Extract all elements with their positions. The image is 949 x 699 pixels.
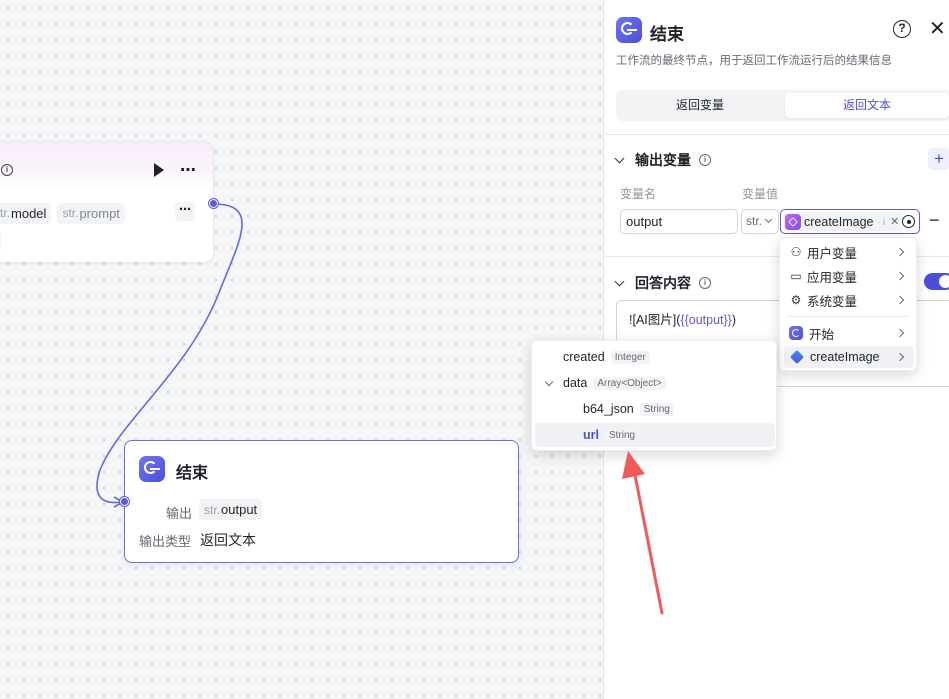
info-icon: i bbox=[1, 164, 13, 176]
clear-reference-icon[interactable]: ✕ bbox=[890, 215, 899, 228]
answer-section-title: 回答内容 bbox=[635, 275, 691, 291]
tab-bar: 返回变量 返回文本 bbox=[616, 90, 949, 121]
divider bbox=[604, 134, 949, 135]
output-port[interactable] bbox=[209, 199, 218, 208]
field-row-created[interactable]: created Integer bbox=[535, 345, 775, 369]
column-header-name: 变量名 bbox=[620, 187, 657, 201]
chevron-right-icon bbox=[895, 328, 905, 338]
menu-item-app-variables[interactable]: ▭ 应用变量 bbox=[784, 265, 914, 287]
variable-source-menu: ⚇ 用户变量 ▭ 应用变量 ⚙ 系统变量 开始 createImage bbox=[779, 237, 917, 371]
create-image-node-icon bbox=[789, 349, 805, 365]
input-port[interactable] bbox=[120, 497, 129, 506]
param-type: str. bbox=[62, 206, 79, 220]
info-icon: i bbox=[699, 277, 711, 289]
menu-item-label: 开始 bbox=[809, 327, 835, 342]
output-tag-name: output bbox=[221, 502, 258, 517]
menu-item-label: 应用变量 bbox=[807, 270, 858, 285]
answer-text-prefix: ![AI图片]( bbox=[629, 313, 681, 327]
reference-sub: · i bbox=[877, 216, 885, 227]
end-node-icon bbox=[616, 17, 642, 43]
field-name: created bbox=[563, 350, 605, 364]
menu-item-start-node[interactable]: 开始 bbox=[784, 322, 914, 344]
field-name: data bbox=[563, 376, 588, 390]
answer-text-variable: {{output}} bbox=[680, 313, 732, 327]
divider bbox=[788, 316, 908, 317]
answer-text-suffix: ) bbox=[731, 313, 737, 327]
help-icon[interactable]: ? bbox=[893, 20, 911, 38]
reference-chip: createImage · i ✕ bbox=[784, 212, 904, 231]
menu-item-system-variables[interactable]: ⚙ 系统变量 bbox=[784, 289, 914, 311]
param-tag-prompt: str. prompt bbox=[57, 202, 125, 224]
param-type: str. bbox=[0, 206, 11, 220]
info-icon: i bbox=[699, 154, 711, 166]
answer-content-text: ![AI图片]({{output}}) bbox=[629, 309, 736, 328]
variable-type-value: str. bbox=[746, 214, 763, 228]
folder-icon: ▭ bbox=[790, 269, 802, 283]
output-label: 输出 bbox=[166, 506, 193, 521]
menu-item-label: createImage bbox=[810, 350, 880, 364]
field-name: url bbox=[583, 428, 599, 442]
chevron-down-icon[interactable] bbox=[614, 153, 625, 163]
answer-section-header[interactable]: 回答内容 i bbox=[614, 273, 711, 293]
field-type-badge: Array<Object> bbox=[593, 376, 666, 390]
variable-type-select[interactable]: str. bbox=[741, 209, 779, 234]
output-section-header[interactable]: 输出变量 i bbox=[614, 150, 711, 170]
field-row-url[interactable]: url String bbox=[535, 423, 775, 447]
output-tag: str. output bbox=[199, 499, 263, 520]
menu-item-user-variables[interactable]: ⚇ 用户变量 bbox=[784, 241, 914, 263]
field-type-badge: String bbox=[639, 402, 674, 416]
param-name: model bbox=[11, 205, 47, 221]
panel-description: 工作流的最终节点，用于返回工作流运行后的结果信息 bbox=[616, 55, 892, 67]
gear-icon: ⚙ bbox=[790, 293, 802, 307]
end-node[interactable]: 结束 输出 str. output 输出类型 返回文本 bbox=[124, 440, 519, 563]
param-name: prompt bbox=[79, 205, 120, 221]
node-row-fragment bbox=[0, 230, 1, 252]
close-icon[interactable]: ✕ bbox=[929, 16, 946, 41]
field-type-badge: Integer bbox=[610, 350, 650, 364]
menu-item-label: 用户变量 bbox=[807, 246, 858, 261]
node-header: i ⋯ bbox=[0, 142, 213, 190]
user-icon: ⚇ bbox=[790, 245, 802, 259]
menu-item-create-image[interactable]: createImage bbox=[784, 346, 914, 368]
run-icon[interactable] bbox=[154, 163, 164, 177]
output-tag-type: str. bbox=[204, 502, 221, 517]
variable-name-input[interactable] bbox=[620, 209, 738, 234]
field-type-badge: String bbox=[604, 428, 640, 442]
chevron-down-icon[interactable] bbox=[614, 276, 625, 286]
more-options-icon[interactable]: ⋯ bbox=[180, 160, 197, 180]
panel-title: 结束 bbox=[650, 25, 684, 44]
output-section-title: 输出变量 bbox=[635, 152, 691, 168]
chevron-down-icon[interactable] bbox=[544, 377, 554, 387]
chevron-right-icon bbox=[895, 271, 905, 281]
create-image-node-icon bbox=[785, 213, 801, 230]
tab-return-variables[interactable]: 返回变量 bbox=[620, 93, 780, 118]
field-row-data[interactable]: data Array<Object> bbox=[535, 371, 775, 395]
tab-return-text[interactable]: 返回文本 bbox=[785, 93, 949, 118]
start-node-icon bbox=[789, 326, 803, 340]
output-type-label: 输出类型 bbox=[139, 534, 192, 549]
remove-variable-button[interactable]: − bbox=[929, 210, 940, 231]
chevron-right-icon bbox=[895, 352, 905, 362]
param-tags: str. model str. prompt bbox=[0, 202, 125, 224]
chevron-right-icon bbox=[895, 247, 905, 257]
menu-item-label: 系统变量 bbox=[807, 294, 858, 309]
field-row-b64-json[interactable]: b64_json String bbox=[535, 397, 775, 421]
end-node-title: 结束 bbox=[176, 465, 209, 482]
more-params-button[interactable]: ⋯ bbox=[175, 202, 195, 221]
output-type-value: 返回文本 bbox=[200, 532, 256, 548]
create-image-node[interactable]: i ⋯ str. model str. prompt ⋯ bbox=[0, 141, 214, 263]
add-variable-button[interactable]: + bbox=[928, 148, 949, 170]
param-tag-model: str. model bbox=[0, 202, 52, 224]
answer-toggle[interactable] bbox=[924, 273, 949, 290]
variable-reference-field[interactable]: createImage · i ✕ bbox=[780, 209, 920, 234]
node-output-fields-popup: created Integer data Array<Object> b64_j… bbox=[531, 340, 777, 451]
variable-picker-icon[interactable] bbox=[902, 215, 915, 228]
chevron-right-icon bbox=[895, 295, 905, 305]
field-name: b64_json bbox=[583, 402, 634, 416]
column-header-value: 变量值 bbox=[742, 187, 779, 201]
reference-node-name: createImage bbox=[804, 214, 874, 229]
chevron-down-icon bbox=[764, 215, 773, 224]
end-node-icon bbox=[139, 456, 165, 482]
